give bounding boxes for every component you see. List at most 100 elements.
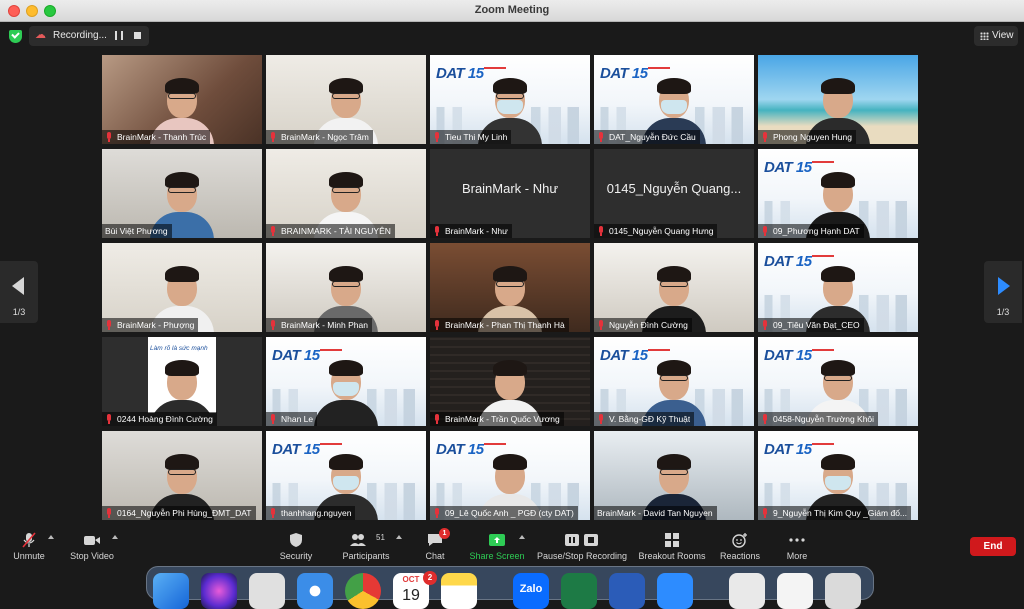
participant-tile[interactable]: BrainMark - Như BrainMark - Như	[430, 149, 590, 238]
participant-tile[interactable]: 0164_Nguyễn Phi Hùng_ĐMT_DAT	[102, 431, 262, 520]
participant-display-name: BrainMark - Như	[461, 181, 559, 196]
participants-button[interactable]: 51 Participants	[338, 528, 402, 568]
participant-tile[interactable]: DAT 15 09_Phương Hạnh DAT	[758, 149, 918, 238]
participant-tile[interactable]: 0145_Nguyễn Quang... 0145_Nguyễn Quang Hư…	[594, 149, 754, 238]
reactions-button[interactable]: Reactions	[716, 528, 764, 568]
share-screen-label: Share Screen	[469, 551, 525, 561]
participant-tile[interactable]: BrainMark - Trần Quốc Vương	[430, 337, 590, 426]
breakout-rooms-label: Breakout Rooms	[638, 551, 706, 561]
stop-video-button[interactable]: Stop Video	[66, 528, 118, 568]
macos-dock: OCT 19 2 Zalo	[146, 566, 874, 609]
mic-muted-icon	[433, 320, 441, 330]
participant-tile[interactable]: DAT 15 9_Nguyễn Thị Kim Quy _Giám đố...	[758, 431, 918, 520]
mic-muted-icon	[105, 508, 113, 518]
document-thumbnail-icon-2[interactable]	[777, 573, 813, 609]
participant-tile[interactable]: DAT 15 09_Tiêu Văn Đạt_CEO	[758, 243, 918, 332]
participant-tile[interactable]: Bùi Việt Phương	[102, 149, 262, 238]
finder-icon[interactable]	[153, 573, 189, 609]
word-icon[interactable]	[609, 573, 645, 609]
breakout-rooms-button[interactable]: Breakout Rooms	[638, 528, 706, 568]
participant-tile[interactable]: DAT 15 V. Bằng-GĐ Kỹ Thuật	[594, 337, 754, 426]
zoom-icon[interactable]	[657, 573, 693, 609]
mic-muted-icon	[761, 226, 769, 236]
participant-tile[interactable]: BrainMark - David Tan Nguyen	[594, 431, 754, 520]
mic-muted-icon	[597, 226, 605, 236]
chat-button[interactable]: 1 Chat	[416, 528, 454, 568]
chrome-icon[interactable]	[345, 573, 381, 609]
security-shield-icon[interactable]	[9, 30, 22, 43]
shield-icon	[290, 533, 302, 547]
dat-logo-underline	[812, 161, 834, 169]
mic-muted-icon	[761, 414, 769, 424]
participant-tile[interactable]: BrainMark - Phượng	[102, 243, 262, 332]
participant-name-tag: 0244 Hoàng Đình Cường	[102, 412, 217, 426]
pause-stop-recording-button[interactable]: Pause/Stop Recording	[536, 528, 628, 568]
participant-tile[interactable]: DAT 15 Tieu Thi My Linh	[430, 55, 590, 144]
participant-tile[interactable]: DAT 15 Nhan Le	[266, 337, 426, 426]
participant-name: 09_Phương Hạnh DAT	[773, 226, 860, 236]
participant-tile[interactable]: Làm rõ là sức mạnh 0244 Hoàng Đình Cường	[102, 337, 262, 426]
participant-name-tag: 0164_Nguyễn Phi Hùng_ĐMT_DAT	[102, 506, 256, 520]
participant-tile[interactable]: DAT 15 thanhhang.nguyen	[266, 431, 426, 520]
participant-name-tag: DAT_Nguyễn Đức Cầu	[594, 130, 700, 144]
participant-name: Nguyễn Đình Cường	[609, 320, 688, 330]
participant-name: BrainMark - David Tan Nguyen	[597, 508, 713, 518]
dat-logo-brand: DAT	[764, 159, 793, 176]
trash-icon[interactable]	[825, 573, 861, 609]
participant-name: DAT_Nguyễn Đức Cầu	[609, 132, 696, 142]
dat-logo-brand: DAT	[600, 347, 629, 364]
siri-icon[interactable]	[201, 573, 237, 609]
recording-indicator: ☁ Recording...	[29, 26, 149, 46]
participant-tile[interactable]: BrainMark - Phan Thị Thanh Hà	[430, 243, 590, 332]
share-options-caret-icon[interactable]	[519, 535, 525, 539]
participant-name-tag: BrainMark - Minh Phan	[266, 318, 372, 332]
stop-recording-icon[interactable]	[134, 32, 141, 39]
mic-muted-icon	[761, 320, 769, 330]
participant-tile[interactable]: BrainMark - Ngọc Trâm	[266, 55, 426, 144]
mic-muted-icon	[597, 132, 605, 142]
participant-tile[interactable]: DAT 15 DAT_Nguyễn Đức Cầu	[594, 55, 754, 144]
more-button[interactable]: More	[776, 528, 818, 568]
launchpad-icon[interactable]	[249, 573, 285, 609]
video-options-caret-icon[interactable]	[112, 535, 118, 539]
audio-options-caret-icon[interactable]	[48, 535, 54, 539]
dat-logo-underline	[812, 255, 834, 263]
security-button[interactable]: Security	[274, 528, 318, 568]
participant-name-tag: BrainMark - Ngọc Trâm	[266, 130, 373, 144]
participant-tile[interactable]: BrainMark - Thanh Trúc	[102, 55, 262, 144]
more-label: More	[786, 551, 808, 561]
share-screen-button[interactable]: Share Screen	[468, 528, 526, 568]
excel-icon[interactable]	[561, 573, 597, 609]
participant-tile[interactable]: Nguyễn Đình Cường	[594, 243, 754, 332]
dat-logo-brand: DAT	[600, 65, 629, 82]
pause-recording-icon[interactable]	[115, 31, 123, 40]
next-page-button[interactable]: 1/3	[984, 261, 1022, 323]
view-button[interactable]: View	[974, 26, 1018, 46]
more-dots-icon	[789, 538, 805, 542]
document-thumbnail-icon[interactable]	[729, 573, 765, 609]
mic-muted-icon	[597, 320, 605, 330]
notes-icon[interactable]	[441, 573, 477, 609]
participant-tile[interactable]: BRAINMARK - TÀI NGUYÊN	[266, 149, 426, 238]
participant-tile[interactable]: DAT 15 0458-Nguyễn Trường Khôi	[758, 337, 918, 426]
zalo-icon[interactable]: Zalo	[513, 573, 549, 609]
previous-page-button[interactable]: 1/3	[0, 261, 38, 323]
calendar-badge: 2	[423, 571, 437, 585]
participant-tile[interactable]: BrainMark - Minh Phan	[266, 243, 426, 332]
participant-name-tag: BrainMark - Phan Thị Thanh Hà	[430, 318, 569, 332]
page-indicator-left: 1/3	[12, 307, 26, 317]
dat-logo-underline	[648, 67, 670, 75]
unmute-button[interactable]: Unmute	[6, 528, 54, 568]
participant-name-tag: BrainMark - Như	[430, 224, 512, 238]
participant-name: 09_Tiêu Văn Đạt_CEO	[773, 320, 860, 330]
participants-label: Participants	[342, 551, 390, 561]
mic-muted-icon	[269, 226, 277, 236]
participant-name-tag: BrainMark - Thanh Trúc	[102, 130, 211, 144]
participants-caret-icon[interactable]	[396, 535, 402, 539]
participant-name: thanhhang.nguyen	[281, 508, 352, 518]
end-meeting-button[interactable]: End	[970, 537, 1016, 556]
safari-icon[interactable]	[297, 573, 333, 609]
participant-tile[interactable]: DAT 15 09_Lê Quốc Anh _ PGĐ (cty DAT)	[430, 431, 590, 520]
participant-tile[interactable]: Phong Nguyen Hung	[758, 55, 918, 144]
participant-name-tag: 09_Tiêu Văn Đạt_CEO	[758, 318, 864, 332]
